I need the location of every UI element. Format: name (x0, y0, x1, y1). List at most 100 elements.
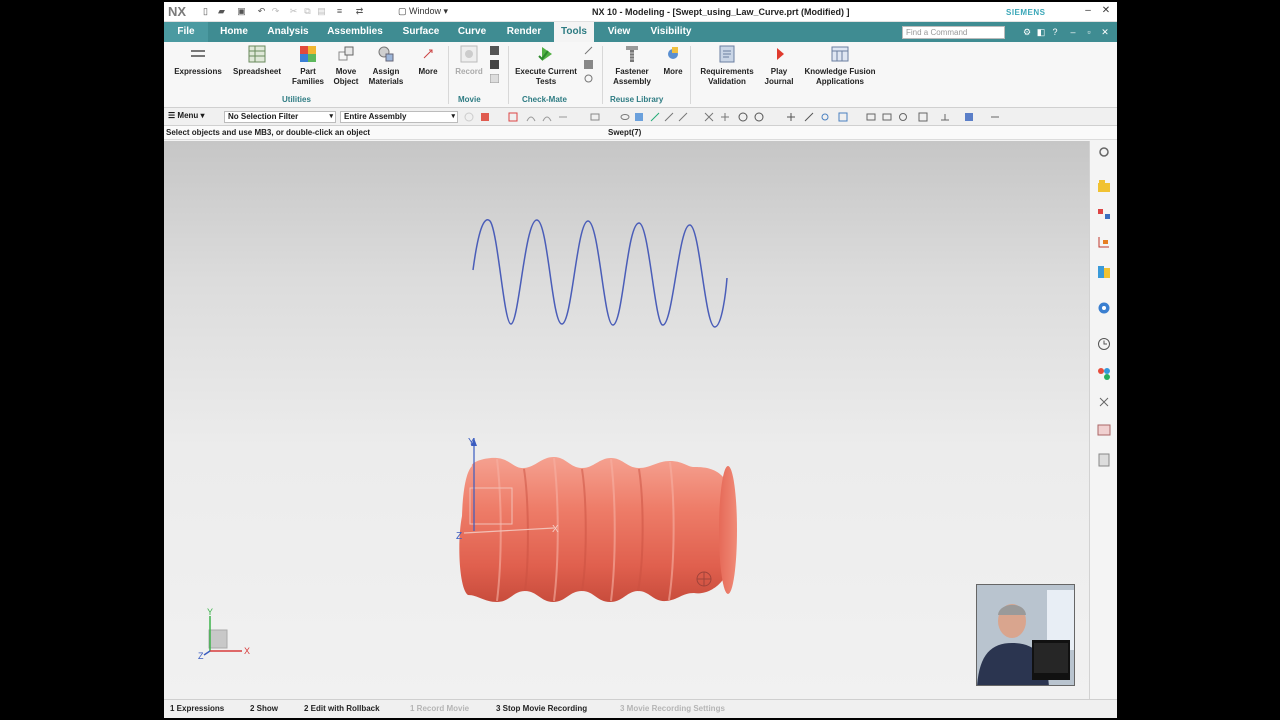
undo-icon[interactable]: ↶ (256, 6, 267, 17)
gear-icon[interactable] (1097, 145, 1111, 159)
help-icon[interactable]: ? (1050, 27, 1060, 37)
wcs-icon[interactable] (918, 112, 928, 122)
history-clock-icon[interactable] (1097, 337, 1111, 351)
edit-object-display-icon[interactable] (990, 112, 1000, 122)
tab-file[interactable]: File (164, 22, 208, 42)
stop-movie-icon[interactable] (490, 60, 499, 69)
check-mate-option-icon[interactable] (584, 46, 593, 55)
bottom-item-movie-settings[interactable]: 3 Movie Recording Settings (620, 704, 725, 713)
bottom-item-show[interactable]: 2 Show (250, 704, 278, 713)
fastener-assembly-button[interactable]: Fastener Assembly (606, 44, 658, 87)
bottom-item-stop-recording[interactable]: 3 Stop Movie Recording (496, 704, 587, 713)
system-materials-icon[interactable] (1097, 367, 1111, 381)
ribbon-minimize-icon[interactable]: – (1068, 27, 1078, 37)
reuse-more-button[interactable]: More (658, 44, 688, 77)
refresh-icon[interactable] (898, 112, 908, 122)
part-families-button[interactable]: Part Families (288, 44, 328, 87)
move-object-button[interactable]: Move Object (328, 44, 364, 87)
snap-endpoint-icon[interactable] (650, 112, 660, 122)
new-file-icon[interactable]: ▯ (200, 6, 211, 17)
assembly-navigator-icon[interactable] (1097, 179, 1111, 193)
snap-control-icon[interactable] (678, 112, 688, 122)
snap-on-face-icon[interactable] (804, 112, 814, 122)
cut-icon[interactable]: ✂ (288, 6, 299, 17)
repeat-command-icon[interactable]: ≡ (334, 6, 345, 17)
window-menu[interactable]: ▢ Window ▾ (398, 6, 448, 17)
show-hide-icon[interactable] (590, 112, 600, 122)
selection-filter-dropdown[interactable]: No Selection Filter ▾ (224, 111, 336, 123)
layer-settings-icon[interactable] (866, 112, 876, 122)
graphics-window[interactable]: Y X Z Y X Z (164, 141, 1089, 699)
execute-current-tests-button[interactable]: Execute Current Tests (514, 44, 578, 87)
system-scenes-icon[interactable] (1097, 453, 1111, 467)
bottom-item-expressions[interactable]: 1 Expressions (170, 704, 224, 713)
movie-settings-icon[interactable] (490, 74, 499, 83)
view-orient-icon[interactable] (620, 112, 630, 122)
copy-icon[interactable]: ⧉ (302, 6, 313, 17)
snap-point-icon[interactable] (754, 112, 764, 122)
minimize-button[interactable]: – (1082, 5, 1094, 17)
ribbon-restore-icon[interactable]: ▫ (1084, 27, 1094, 37)
tab-assemblies[interactable]: Assemblies (322, 22, 388, 42)
record-movie-button[interactable]: Record (452, 44, 486, 77)
snap-icon[interactable] (558, 112, 568, 122)
expressions-button[interactable]: Expressions (170, 44, 226, 77)
pause-movie-icon[interactable] (490, 46, 499, 55)
constraint-navigator-icon[interactable] (1097, 207, 1111, 221)
touch-mode-icon[interactable]: ⇄ (354, 6, 365, 17)
play-journal-button[interactable]: Play Journal (762, 44, 796, 87)
hd3d-tools-icon[interactable] (1097, 301, 1111, 315)
save-icon[interactable]: ▣ (236, 6, 247, 17)
deselect-all-icon[interactable] (508, 112, 518, 122)
model-canvas[interactable]: Y X Z Y X Z (164, 141, 1089, 699)
tab-surface[interactable]: Surface (396, 22, 446, 42)
selection-scope-dropdown[interactable]: Entire Assembly ▾ (340, 111, 458, 123)
general-selection-icon[interactable] (464, 112, 474, 122)
bottom-item-edit-rollback[interactable]: 2 Edit with Rollback (304, 704, 380, 713)
curve-rule-icon[interactable] (526, 112, 536, 122)
knowledge-fusion-button[interactable]: Knowledge Fusion Applications (800, 44, 880, 87)
process-studio-icon[interactable] (1097, 395, 1111, 409)
snap-existing-icon[interactable] (838, 112, 848, 122)
ribbon-close-icon[interactable]: ✕ (1100, 27, 1110, 37)
settings-icon[interactable]: ⚙ (1022, 27, 1032, 37)
check-mate-results-icon[interactable] (584, 74, 593, 83)
tab-tools[interactable]: Tools (554, 22, 594, 42)
law-curve[interactable] (472, 219, 728, 328)
tab-view[interactable]: View (600, 22, 638, 42)
snap-arc-center-icon[interactable] (720, 112, 730, 122)
work-view-icon[interactable] (882, 112, 892, 122)
redo-icon[interactable]: ↷ (270, 6, 281, 17)
requirements-validation-button[interactable]: Requirements Validation (694, 44, 760, 87)
bottom-item-record-movie[interactable]: 1 Record Movie (410, 704, 469, 713)
tab-home[interactable]: Home (214, 22, 254, 42)
tab-render[interactable]: Render (500, 22, 548, 42)
display-color-icon[interactable] (964, 112, 974, 122)
edit-section-icon[interactable] (940, 112, 950, 122)
assign-materials-button[interactable]: Assign Materials (364, 44, 408, 87)
lasso-select-icon[interactable] (480, 112, 490, 122)
spreadsheet-button[interactable]: Spreadsheet (226, 44, 288, 77)
layout-icon[interactable]: ◧ (1036, 27, 1046, 37)
tab-curve[interactable]: Curve (452, 22, 492, 42)
menu-button[interactable]: ☰ Menu ▾ (168, 111, 205, 120)
tab-analysis[interactable]: Analysis (260, 22, 316, 42)
part-navigator-icon[interactable] (1097, 235, 1111, 249)
render-style-icon[interactable] (634, 112, 644, 122)
roles-icon[interactable] (1097, 423, 1111, 437)
open-folder-icon[interactable]: ▰ (216, 6, 227, 17)
paste-icon[interactable]: ▤ (316, 6, 327, 17)
reuse-library-icon[interactable] (1097, 265, 1111, 279)
snap-midpoint-icon[interactable] (664, 112, 674, 122)
find-command-input[interactable]: Find a Command (902, 26, 1005, 39)
close-button[interactable]: ✕ (1100, 5, 1112, 17)
face-rule-icon[interactable] (542, 112, 552, 122)
snap-intersection-icon[interactable] (704, 112, 714, 122)
swept-body[interactable]: Y X Z (456, 437, 737, 602)
snap-bounded-icon[interactable] (820, 112, 830, 122)
check-mate-list-icon[interactable] (584, 60, 593, 69)
snap-on-curve-icon[interactable] (786, 112, 796, 122)
search-icon[interactable]: ⌕ (992, 27, 1002, 37)
utilities-more-button[interactable]: More (412, 44, 444, 77)
tab-visibility[interactable]: Visibility (644, 22, 698, 42)
